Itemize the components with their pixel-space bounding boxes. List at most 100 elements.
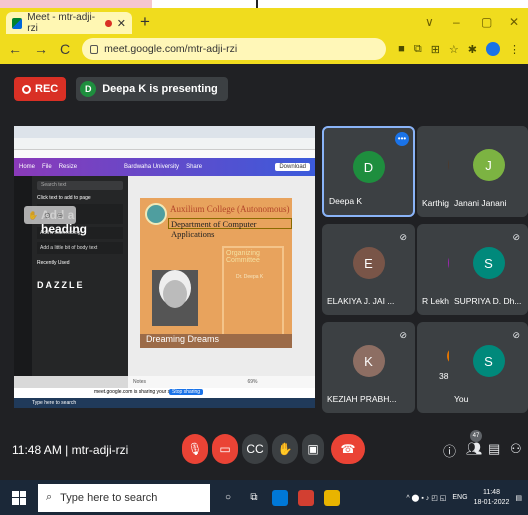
participant-name: SUPRIYA D. Dh...: [454, 296, 522, 306]
canva-menu-home: Home: [19, 164, 36, 170]
mic-off-button[interactable]: 🎙︎: [182, 434, 208, 464]
slide: Auxilium College (Autonomous) Department…: [140, 198, 292, 348]
avatar: S: [472, 247, 505, 279]
camera-off-button[interactable]: ▭: [212, 434, 238, 464]
share-icon[interactable]: ⧉: [414, 43, 422, 56]
notification-icon[interactable]: ▤: [515, 494, 522, 502]
screen-share-notice: meet.google.com is sharing your screen. …: [14, 388, 315, 398]
avatar: S: [472, 345, 505, 377]
taskbar-date: 18-01-2022: [473, 498, 510, 506]
participant-tile[interactable]: ⊘ S SUPRIYA D. Dh...: [449, 224, 528, 315]
taskbar-time: 11:48: [482, 488, 500, 496]
dazzle-font: DAZZLE: [37, 280, 85, 290]
mic-off-icon: ⊘: [512, 330, 520, 340]
close-window-button[interactable]: ✕: [509, 15, 519, 29]
canva-body: Search text Click text to add to page Ad…: [14, 176, 315, 408]
meet-top-bar: REC D Deepa K is presenting: [0, 64, 528, 114]
activities-icon[interactable]: ⚇: [510, 441, 522, 457]
profile-avatar[interactable]: [486, 42, 500, 56]
avatar: D: [352, 151, 385, 183]
top-pink-bar: [0, 0, 152, 8]
address-bar[interactable]: meet.google.com/mtr-adji-rzi: [82, 38, 387, 60]
presenting-chip[interactable]: D Deepa K is presenting: [76, 77, 228, 101]
browser-tab-meet[interactable]: Meet - mtr-adji-rzi ✕: [6, 12, 132, 34]
puzzle-icon[interactable]: ✱: [468, 43, 477, 56]
people-icon[interactable]: 👥︎: [466, 441, 483, 457]
portrait-photo: [152, 270, 198, 326]
extension-icon[interactable]: ⊞: [431, 43, 440, 56]
lock-icon: [90, 44, 99, 54]
language-indicator[interactable]: ENG: [452, 494, 467, 501]
meeting-code: mtr-adji-rzi: [71, 443, 129, 457]
captions-button[interactable]: CC: [242, 434, 268, 464]
maximize-button[interactable]: ▢: [481, 15, 492, 29]
participant-name: Deepa K: [329, 196, 363, 206]
college-logo: [145, 203, 167, 225]
avatar: J: [472, 149, 505, 181]
cortana-icon[interactable]: ○: [220, 490, 236, 506]
participant-name: ELAKIYA J. JAI ...: [327, 296, 395, 306]
zoom-icon: ⊙: [43, 210, 51, 220]
tab-title: Meet - mtr-adji-rzi: [27, 12, 96, 34]
bookmark-star-icon[interactable]: ☆: [449, 43, 459, 56]
chrome-active-icon[interactable]: [324, 489, 340, 506]
tab-search-icon[interactable]: ∨: [425, 15, 434, 29]
zoom-level: 69%: [247, 379, 258, 385]
slide-bottom-strip: Dreaming Dreams: [140, 334, 292, 348]
canva-notes-bar: Notes 69%: [128, 376, 315, 388]
canva-download: Download: [275, 163, 310, 171]
presenting-text: Deepa K is presenting: [102, 83, 218, 95]
taskbar-search[interactable]: ⌕ Type here to search: [38, 483, 210, 512]
shared-float-toolbar: ✋ ⊙ ⊖: [24, 206, 76, 224]
click-to-add: Click text to add to page: [37, 195, 91, 201]
participant-tile[interactable]: J Janani Janani: [449, 126, 528, 217]
mic-off-icon: ⊘: [399, 330, 407, 340]
camera-icon[interactable]: ■: [398, 43, 405, 55]
chrome-icon[interactable]: [298, 489, 314, 506]
meeting-details: 11:48 AM | mtr-adji-rzi: [12, 443, 128, 457]
participant-tile[interactable]: ••• D Deepa K: [322, 126, 415, 217]
back-button[interactable]: ←: [8, 41, 22, 57]
avatar: E: [352, 247, 385, 279]
chat-icon[interactable]: ▤: [488, 441, 500, 457]
top-caret: [256, 0, 258, 8]
stop-sharing-button: Stop sharing: [169, 389, 204, 395]
taskbar-clock[interactable]: 11:48 18-01-2022: [474, 488, 510, 508]
windows-start-icon[interactable]: [12, 490, 26, 505]
more-options-icon[interactable]: •••: [395, 132, 409, 146]
leave-call-button[interactable]: ☎: [331, 434, 365, 464]
notes-label: Notes: [133, 379, 147, 385]
task-view-icon[interactable]: ⧉: [246, 490, 262, 506]
tab-close-icon[interactable]: ✕: [117, 17, 126, 30]
shared-taskbar: Type here to search: [14, 398, 315, 408]
canva-menu-resize: Resize: [58, 164, 78, 170]
rec-label: REC: [35, 83, 59, 95]
minimize-button[interactable]: –: [453, 15, 460, 29]
department-title: Department of Computer Applications: [168, 218, 292, 239]
top-strip: [0, 0, 528, 8]
new-tab-button[interactable]: +: [140, 13, 150, 30]
forward-button[interactable]: →: [34, 41, 48, 57]
recording-badge: REC: [14, 77, 67, 101]
app-icon[interactable]: [272, 489, 288, 506]
reload-button[interactable]: C: [60, 41, 70, 57]
present-button[interactable]: ▣: [302, 434, 324, 464]
canva-project: Bardwaha University: [124, 164, 180, 170]
browser-toolbar: ← → C meet.google.com/mtr-adji-rzi ■ ⧉ ⊞…: [0, 34, 528, 64]
tray-icons: ^ ⬤ ▪ ♪ ◰ ◱: [406, 494, 447, 502]
canva-menu-file: File: [42, 164, 52, 170]
participant-tile[interactable]: ⊘ K KEZIAH PRABH...: [322, 322, 415, 413]
menu-kebab-icon[interactable]: ⋮: [509, 43, 520, 56]
url-text: meet.google.com/mtr-adji-rzi: [104, 43, 238, 55]
participant-name: KEZIAH PRABH...: [327, 394, 397, 404]
shared-screen[interactable]: Home File Resize Bardwaha University Sha…: [14, 126, 315, 408]
search-icon: ⌕: [46, 491, 53, 503]
self-tile[interactable]: ⊘ S You: [449, 322, 528, 413]
windows-taskbar: ⌕ Type here to search ○ ⧉ ^ ⬤ ▪ ♪ ◰ ◱ EN…: [0, 480, 528, 515]
info-icon[interactable]: ⓘ: [443, 441, 456, 460]
meet-favicon-icon: [12, 17, 23, 29]
raise-hand-button[interactable]: ✋: [272, 434, 298, 464]
participant-tile[interactable]: ⊘ E ELAKIYA J. JAI ...: [322, 224, 415, 315]
canva-canvas: Auxilium College (Autonomous) Department…: [128, 176, 315, 376]
meet-controls-bar: 11:48 AM | mtr-adji-rzi 🎙︎ ▭ CC ✋ ▣ ⋮ ☎ …: [0, 418, 528, 480]
